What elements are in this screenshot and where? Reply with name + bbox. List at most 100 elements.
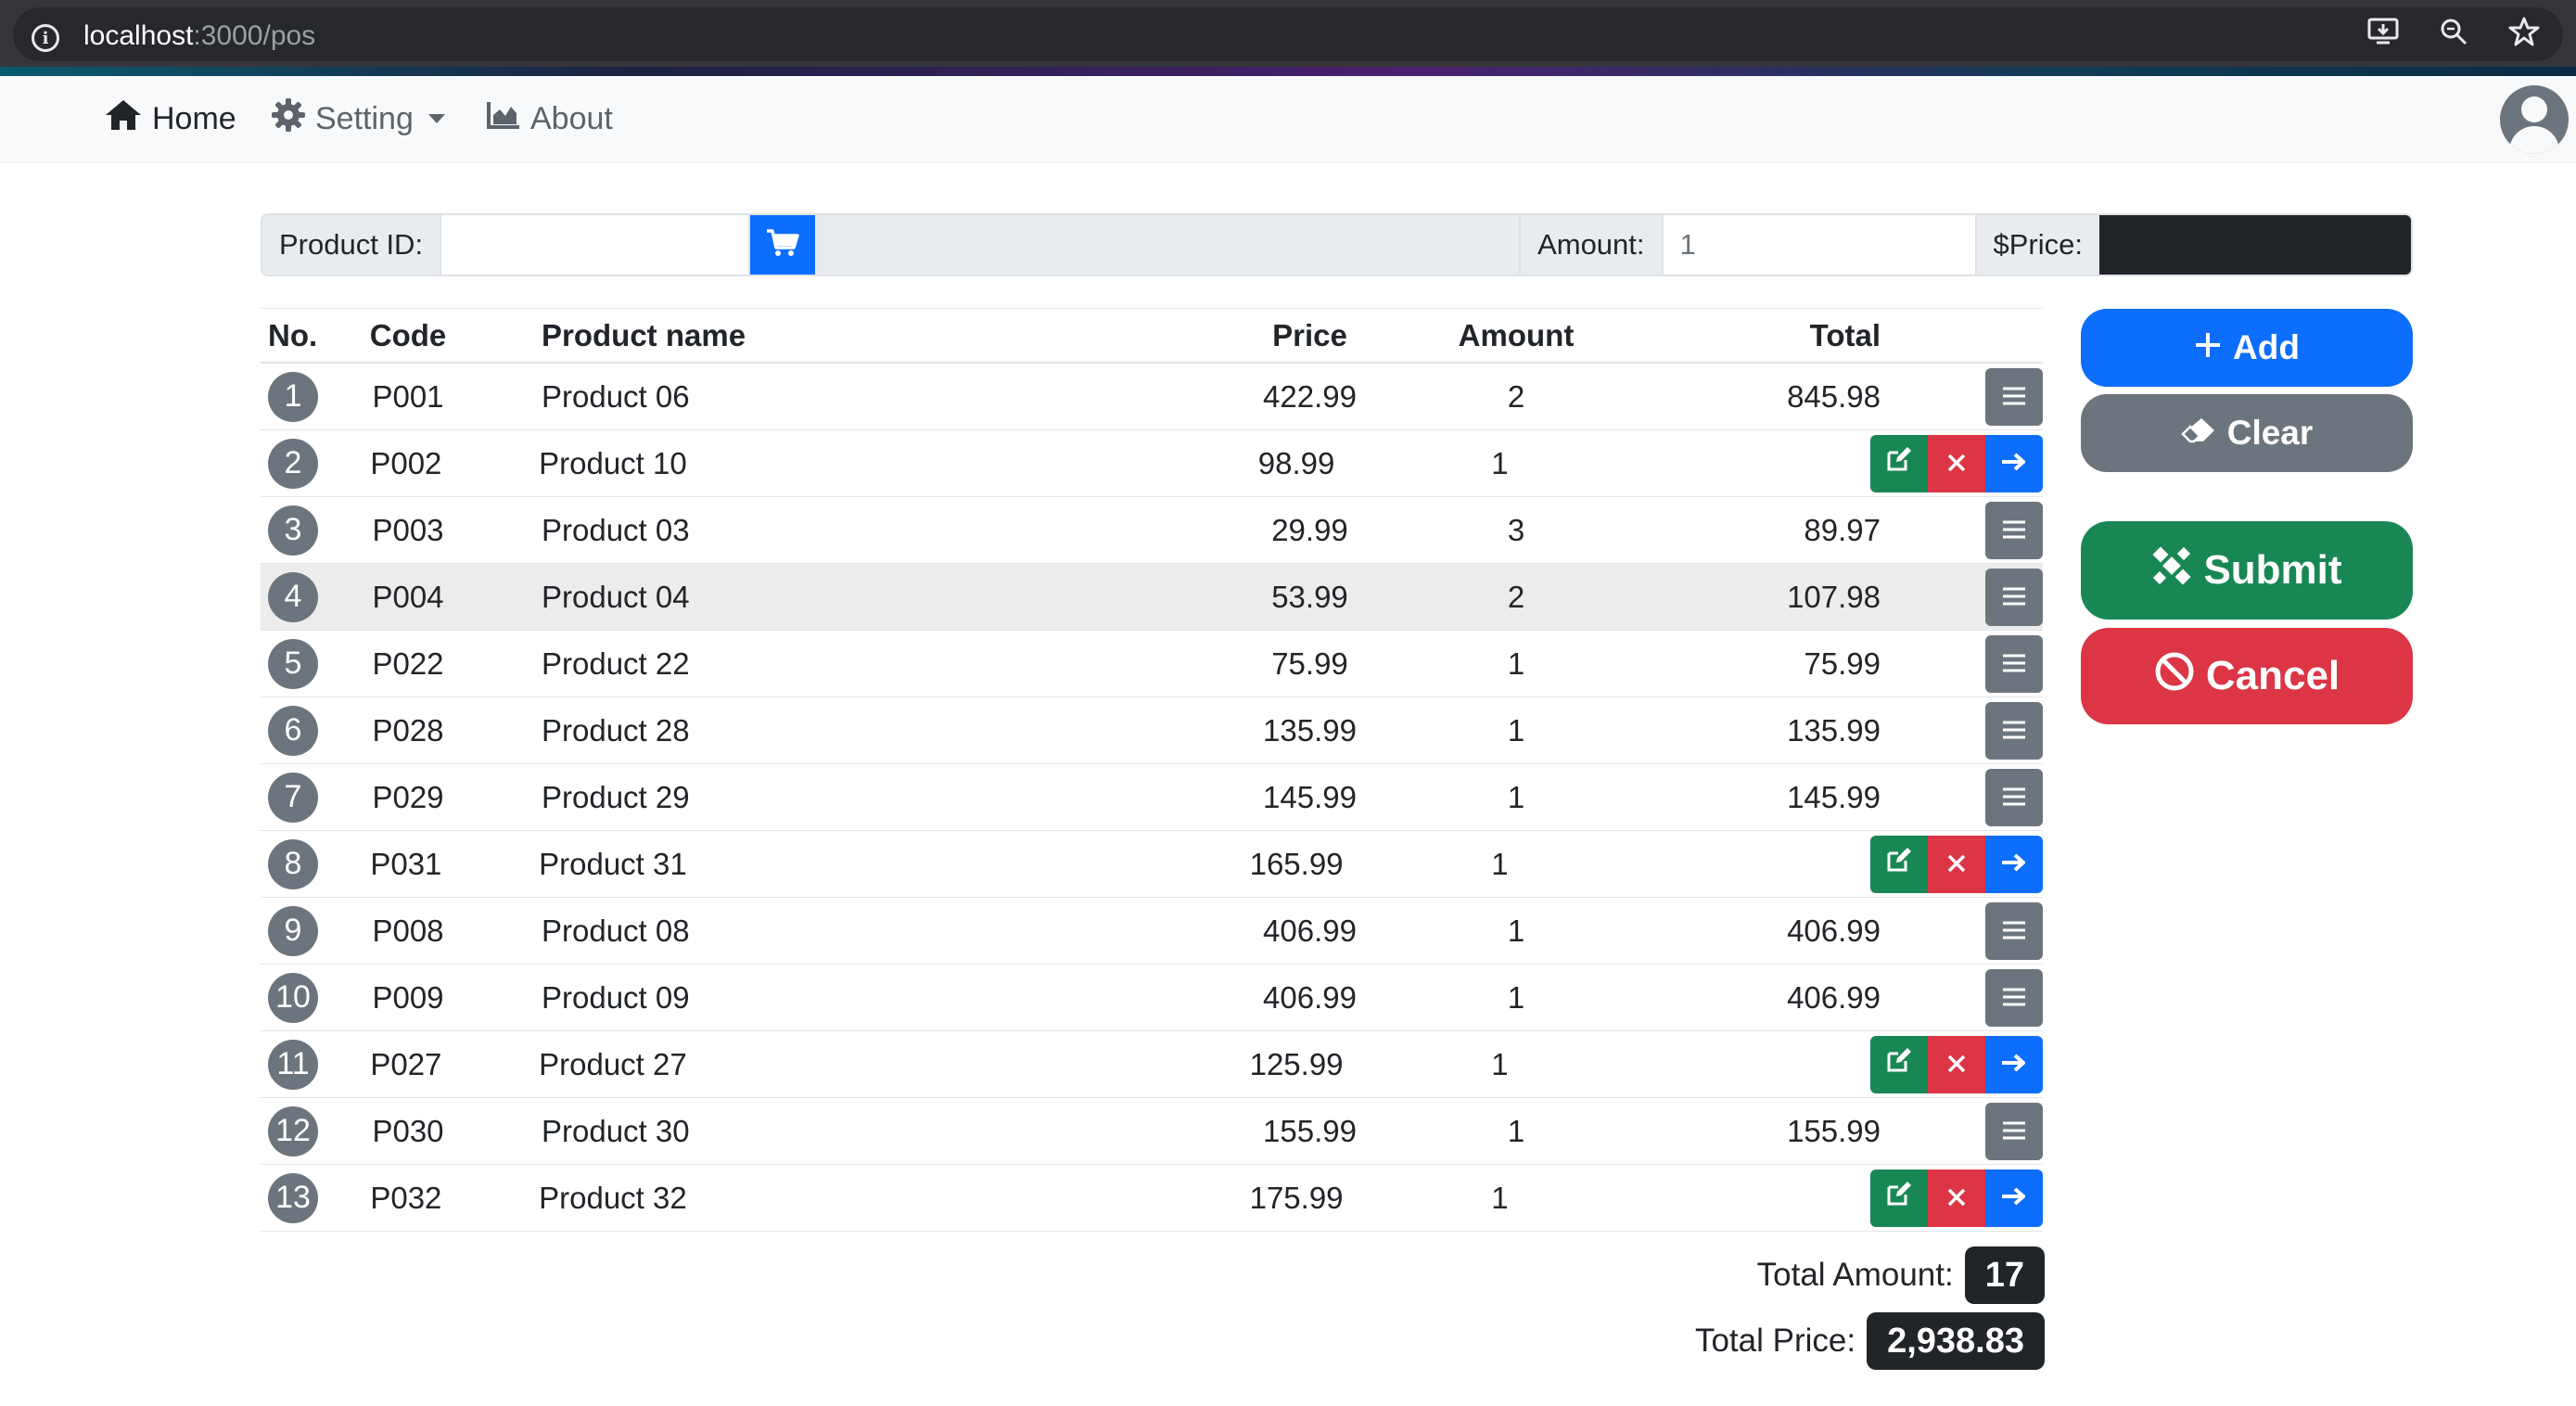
url-path: :3000/pos xyxy=(193,20,316,51)
arrow-right-icon xyxy=(2000,1180,2028,1216)
install-app-icon[interactable] xyxy=(2366,15,2400,48)
list-icon xyxy=(2002,712,2026,748)
row-price: 175.99 xyxy=(1249,1180,1344,1215)
arrow-right-icon xyxy=(2000,1046,2028,1082)
gear-icon xyxy=(271,97,306,141)
edit-icon xyxy=(1885,1180,1913,1216)
table-row[interactable]: 13 P032 Product 32 175.99 1 xyxy=(261,1165,2043,1232)
arrow-right-icon xyxy=(2000,846,2028,882)
address-bar[interactable]: i localhost:3000/pos xyxy=(13,7,2563,61)
table-row[interactable]: 9 P008 Product 08 406.99 1 406.99 xyxy=(261,898,2043,965)
row-menu-button[interactable] xyxy=(1985,901,2043,960)
table-row[interactable]: 11 P027 Product 27 125.99 1 xyxy=(261,1031,2043,1098)
edit-button[interactable] xyxy=(1869,835,1928,893)
browser-toolbar: i localhost:3000/pos xyxy=(0,0,2576,70)
input-group-spacer xyxy=(815,215,1520,275)
product-id-input[interactable] xyxy=(440,215,751,275)
zoom-icon[interactable] xyxy=(2437,15,2470,48)
remove-button[interactable] xyxy=(1927,1035,1985,1093)
url-text[interactable]: localhost:3000/pos xyxy=(83,20,315,52)
row-menu-button[interactable] xyxy=(1985,701,2043,760)
table-row[interactable]: 12 P030 Product 30 155.99 1 155.99 xyxy=(261,1098,2043,1165)
user-avatar[interactable] xyxy=(2500,85,2569,154)
table-row[interactable]: 4 P004 Product 04 53.99 2 107.98 xyxy=(261,564,2043,631)
remove-button[interactable] xyxy=(1927,835,1985,893)
nav-setting-dropdown[interactable]: Setting xyxy=(271,96,445,141)
row-menu-button[interactable] xyxy=(1985,1102,2043,1160)
row-menu-button[interactable] xyxy=(1985,568,2043,626)
row-amount: 3 xyxy=(1507,512,1525,547)
row-product-name: Product 32 xyxy=(539,1180,687,1215)
row-menu-button[interactable] xyxy=(1985,768,2043,826)
edit-button[interactable] xyxy=(1869,434,1928,492)
cancel-button[interactable]: Cancel xyxy=(2081,628,2413,724)
list-icon xyxy=(2002,979,2026,1016)
product-id-label: Product ID: xyxy=(262,215,440,275)
table-body: 1 P001 Product 06 422.99 2 845.98 2 P002 Product… xyxy=(261,364,2043,1232)
table-row[interactable]: 6 P028 Product 28 135.99 1 135.99 xyxy=(261,697,2043,764)
row-no-cell: 13 xyxy=(261,1172,356,1223)
confirm-button[interactable] xyxy=(1984,1035,2043,1093)
row-actions xyxy=(1869,1169,2043,1227)
add-button[interactable]: Add xyxy=(2081,309,2413,387)
edit-icon xyxy=(1885,846,1913,882)
site-info-icon[interactable]: i xyxy=(32,24,59,52)
list-icon xyxy=(2002,512,2026,548)
chevron-down-icon xyxy=(427,114,445,123)
table-row[interactable]: 7 P029 Product 29 145.99 1 145.99 xyxy=(261,764,2043,831)
row-menu-button[interactable] xyxy=(1985,634,2043,693)
table-row[interactable]: 2 P002 Product 10 98.99 1 xyxy=(261,430,2043,497)
table-row[interactable]: 5 P022 Product 22 75.99 1 75.99 xyxy=(261,631,2043,697)
edit-icon xyxy=(1885,1046,1913,1082)
row-actions xyxy=(1869,434,2043,492)
row-no-cell: 4 xyxy=(261,571,357,622)
row-price: 155.99 xyxy=(1263,1113,1357,1148)
row-no-cell: 9 xyxy=(261,905,357,956)
row-code: P029 xyxy=(372,779,444,814)
header-amount: Amount xyxy=(1458,317,1575,352)
list-icon xyxy=(2002,579,2026,615)
total-amount-badge: 17 xyxy=(1964,1246,2045,1304)
table-row[interactable]: 3 P003 Product 03 29.99 3 89.97 xyxy=(261,497,2043,564)
row-menu-button[interactable] xyxy=(1985,968,2043,1027)
row-actions xyxy=(1892,968,2043,1027)
row-amount: 1 xyxy=(1507,645,1525,681)
row-menu-button[interactable] xyxy=(1985,367,2043,426)
row-total: 89.97 xyxy=(1804,512,1881,547)
remove-button[interactable] xyxy=(1927,434,1985,492)
row-actions xyxy=(1869,1035,2043,1093)
confirm-button[interactable] xyxy=(1984,434,2043,492)
total-amount-label: Total Amount: xyxy=(1756,1257,1954,1293)
row-actions xyxy=(1892,568,2043,626)
row-amount: 1 xyxy=(1507,913,1525,948)
edit-button[interactable] xyxy=(1869,1035,1928,1093)
row-product-name: Product 06 xyxy=(542,378,690,414)
nav-home[interactable]: Home xyxy=(104,96,236,141)
edit-button[interactable] xyxy=(1869,1169,1928,1227)
table-row[interactable]: 10 P009 Product 09 406.99 1 406.99 xyxy=(261,965,2043,1031)
clear-button[interactable]: Clear xyxy=(2081,394,2413,472)
confirm-button[interactable] xyxy=(1984,1169,2043,1227)
row-price: 422.99 xyxy=(1263,378,1357,414)
table-row[interactable]: 8 P031 Product 31 165.99 1 xyxy=(261,831,2043,898)
submit-button[interactable]: Submit xyxy=(2081,521,2413,620)
row-menu-button[interactable] xyxy=(1985,501,2043,559)
row-number-badge: 12 xyxy=(268,1106,318,1157)
list-icon xyxy=(2002,779,2026,815)
row-actions xyxy=(1892,634,2043,693)
table-row[interactable]: 1 P001 Product 06 422.99 2 845.98 xyxy=(261,364,2043,430)
total-amount-row: Total Amount: 17 xyxy=(1576,1246,2045,1304)
header-code: Code xyxy=(369,317,447,352)
amount-input[interactable]: 1 xyxy=(1661,215,1977,275)
confirm-button[interactable] xyxy=(1984,835,2043,893)
row-product-name: Product 31 xyxy=(539,846,687,881)
nav-about[interactable]: About xyxy=(486,96,613,141)
header-no: No. xyxy=(268,317,318,352)
url-host: localhost xyxy=(83,20,194,51)
product-entry-group: Product ID: Amount: 1 $Price: xyxy=(261,213,2413,276)
lookup-product-button[interactable] xyxy=(750,215,816,275)
remove-button[interactable] xyxy=(1927,1169,1985,1227)
row-code: P003 xyxy=(372,512,444,547)
total-price-label: Total Price: xyxy=(1694,1323,1856,1359)
bookmark-star-icon[interactable] xyxy=(2507,15,2541,48)
